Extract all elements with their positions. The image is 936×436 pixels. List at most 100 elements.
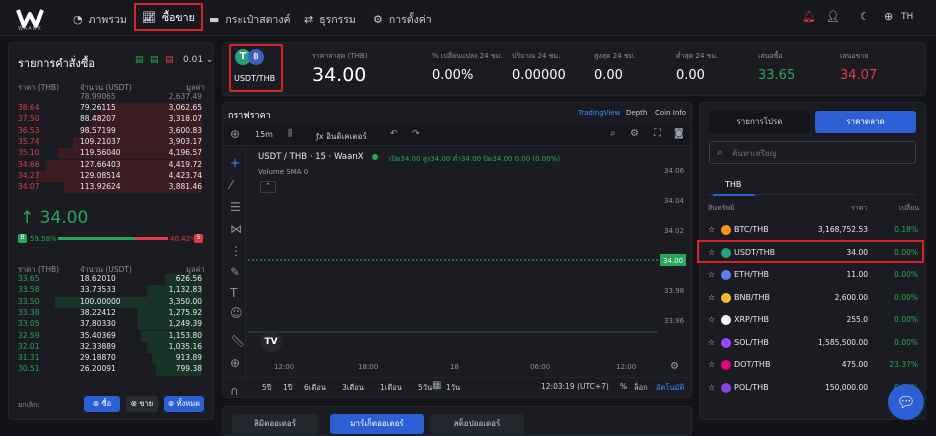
tradingview-logo[interactable]: TV [260,332,282,352]
pattern-icon[interactable]: ⋈ [230,222,242,236]
range-button[interactable]: 1วัน [446,382,460,394]
star-icon[interactable]: ☆ [708,293,715,302]
star-icon[interactable]: ☆ [708,338,715,347]
nav-wallet[interactable]: ▬ กระเป๋าสตางค์ [209,9,290,29]
layout-buy-icon[interactable]: ▤ [150,55,159,65]
tab-coin-info[interactable]: Coin Info [655,109,686,117]
fullscreen-icon[interactable]: ⛶ [654,128,661,139]
star-icon[interactable]: ☆ [708,383,715,392]
orderbook-row[interactable]: 34.27 129.08514 4,423.74 [18,170,202,183]
star-icon[interactable]: ☆ [708,270,715,279]
candle-type-icon[interactable]: ⫼ [288,129,292,139]
orderbook-row[interactable]: 33.50 100.00000 3,350.00 [18,296,202,308]
tab-limit-order[interactable]: ลิมิตออเดอร์ [232,414,318,434]
orderbook-row[interactable]: 36.53 98.57199 3,600.83 [18,125,202,137]
tab-depth[interactable]: Depth [626,109,647,117]
tab-stop-order[interactable]: สต็อปออเดอร์ [430,414,524,434]
price-chart[interactable]: 34.0634.0434.0234.0033.9833.9634.00 [248,147,688,377]
prediction-icon[interactable]: ⋮ [230,244,242,258]
globe-icon[interactable]: ⊕ [884,10,893,23]
interval-select[interactable]: 15m [255,130,273,139]
orderbook-row[interactable]: 32.01 32.33889 1,035.16 [18,341,202,354]
cancel-sell-button[interactable]: ⊗ ขาย [126,396,158,412]
camera-icon[interactable]: ◙ [674,128,684,139]
collapse-button[interactable]: ⌃ [260,181,276,193]
coin-search[interactable]: ⌕ [709,141,916,164]
indicators-button[interactable]: ƒx อินดิเคเตอร์ [316,130,367,143]
layout-sell-icon[interactable]: ▤ [165,55,174,65]
nav-settings[interactable]: ⚙ การตั้งค่า [373,9,432,29]
date-range-icon[interactable]: ▦ [432,380,441,391]
star-icon[interactable]: ☆ [708,360,715,369]
star-icon[interactable]: ☆ [708,315,715,324]
tab-market-price[interactable]: ราคาตลาด [815,111,916,133]
range-button[interactable]: 5ปี [262,382,272,394]
zoom-in-icon[interactable]: ⊕ [230,356,240,370]
orderbook-row[interactable]: 33.38 38.22412 1,275.92 [18,307,202,320]
zoom-icon[interactable]: ⌕ [610,128,616,139]
nav-overview[interactable]: ◔ ภาพรวม [73,9,127,29]
user-icon[interactable]: 👤︎ [826,10,840,23]
market-row[interactable]: ☆ BTC/THB 3,168,752.53 0.18% [708,219,918,241]
pair-selector[interactable]: T ฿ USDT/THB [229,44,283,92]
market-row[interactable]: ☆ XRP/THB 255.0 0.00% [708,309,918,331]
range-button[interactable]: 1เดือน [380,382,402,394]
precision-select[interactable]: 0.01 ⌄ [183,55,213,65]
tab-thb[interactable]: THB [725,180,741,189]
orderbook-row[interactable]: 38.64 79.26115 3,062.65 [18,103,202,115]
tab-market-order[interactable]: มาร์เก็ตออเดอร์ [330,414,424,434]
orderbook-row[interactable]: 35.74 109.21037 3,903.17 [18,136,202,149]
x-tick: 12:00 [616,363,637,371]
orderbook-row[interactable]: 33.05 37.80330 1,249.39 [18,319,202,331]
market-row[interactable]: ☆ DOT/THB 475.00 23.37% [708,354,918,376]
col-price: ราคา [851,204,868,212]
orderbook-row[interactable]: 35.10 119.56040 4,196.57 [18,148,202,160]
range-button[interactable]: 3เดือน [342,382,364,394]
orderbook-row[interactable]: 34.07 113.92624 3,881.46 [18,182,202,194]
redo-icon[interactable]: ↷ [412,129,420,139]
orderbook-row[interactable]: 34.66 127.66403 4,419.72 [18,159,202,171]
layout-both-icon[interactable]: ▤ [135,55,144,65]
market-row[interactable]: ☆POL/THB150,000.000.00% [708,377,918,399]
market-row[interactable]: ☆ ETH/THB 11.00 0.00% [708,264,918,286]
orderbook-row[interactable]: 30.51 26.20091 799.38 [18,364,202,376]
log-toggle[interactable]: ล็อก [634,382,648,394]
cancel-all-button[interactable]: ⊗ ทั้งหมด [164,396,204,412]
orderbook-row[interactable]: 31.31 29.18870 913.89 [18,353,202,365]
crosshair-icon[interactable]: + [230,156,240,170]
star-icon[interactable]: ☆ [708,225,715,234]
orderbook-row[interactable]: 78.99065 2,637.49 [18,92,202,103]
moon-icon[interactable]: ☾ [860,10,870,23]
orderbook-row[interactable]: 32.59 35.40369 1,153.80 [18,330,202,342]
auto-toggle[interactable]: อัตโนมัติ [656,382,684,394]
search-input[interactable] [732,146,912,160]
percent-toggle[interactable]: % [620,382,627,391]
language-label[interactable]: TH [901,12,913,22]
tab-tradingview[interactable]: TradingView [578,109,620,117]
orderbook-row[interactable]: 33.58 33.73533 1,132.83 [18,285,202,297]
tab-favorites[interactable]: รายการโปรด [709,111,810,133]
value: 1,275.92 [168,307,202,317]
orderbook-row[interactable]: 33.65 18.62010 626.56 [18,274,202,286]
text-icon[interactable]: T [230,286,237,300]
chat-button[interactable]: 💬︎ [888,384,924,420]
nav-transactions[interactable]: ⇄ ธุรกรรม [304,9,356,29]
emoji-icon[interactable]: ☺ [230,306,243,320]
fib-icon[interactable]: ☰ [230,200,241,214]
range-button[interactable]: 1ปี [283,382,293,394]
trendline-icon[interactable]: ⁄ [230,178,232,192]
market-row[interactable]: ☆ SOL/THB 1,585,500.00 0.00% [708,332,918,354]
brush-icon[interactable]: ✎ [230,265,240,279]
axis-settings-icon[interactable]: ⚙ [670,361,679,372]
add-icon[interactable]: ⊕ [230,127,240,141]
range-button[interactable]: 5วัน [418,382,432,394]
chart-settings-icon[interactable]: ⚙ [630,128,639,139]
undo-icon[interactable]: ↶ [390,129,398,139]
cancel-buy-button[interactable]: ⊗ ซื้อ [84,396,120,412]
market-row[interactable]: ☆ BNB/THB 2,600.00 0.00% [708,287,918,309]
range-button[interactable]: 6เดือน [304,382,326,394]
orderbook-row[interactable]: 37.50 88.48207 3,318.07 [18,114,202,126]
ruler-icon[interactable]: 📏︎ [230,334,245,348]
nav-trade[interactable]: 📈︎ ซื้อขาย [134,3,203,31]
bell-icon[interactable]: 🔔︎ [802,10,816,23]
